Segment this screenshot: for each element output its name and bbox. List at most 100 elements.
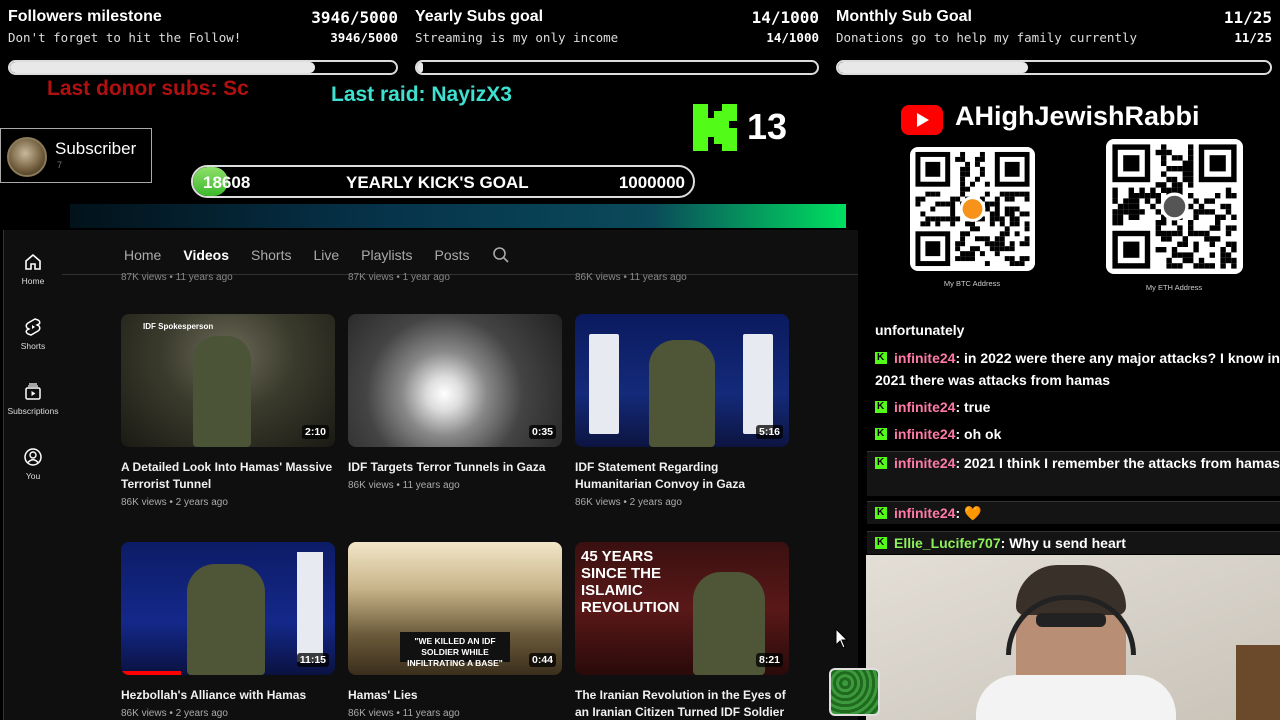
goal-subtitle: Donations go to help my family currently [836, 30, 1138, 45]
goal-count-small: 11/25 [1234, 30, 1272, 45]
video-meta: 86K views • 2 years ago [575, 497, 682, 508]
video-card[interactable]: 5:16 IDF Statement Regarding Humanitaria… [575, 314, 789, 508]
goal-progress-bar [8, 60, 398, 75]
kick-goal-current: 18608 [203, 173, 251, 192]
kick-badge-icon [875, 532, 887, 554]
flag [743, 334, 773, 434]
chat-message: infinite24: oh ok [867, 423, 1280, 445]
chat-message: infinite24: 🧡 [867, 501, 1280, 524]
previous-row-meta: 87K views • 1 year ago [348, 272, 450, 283]
goal-title: Yearly Subs goal [415, 8, 544, 25]
video-title[interactable]: IDF Statement Regarding Humanitarian Con… [575, 459, 789, 493]
video-title[interactable]: A Detailed Look Into Hamas' Massive Terr… [121, 459, 335, 493]
tab-home[interactable]: Home [124, 246, 161, 264]
video-card[interactable]: 45 YEARS SINCE THE ISLAMIC REVOLUTION 8:… [575, 542, 789, 720]
tab-posts[interactable]: Posts [435, 246, 470, 264]
mouse-cursor-icon [835, 628, 849, 649]
chat-username[interactable]: infinite24 [894, 505, 955, 521]
thumbnail-overlay-text: 45 YEARS SINCE THE ISLAMIC REVOLUTION [581, 548, 680, 616]
tab-videos[interactable]: Videos [183, 246, 229, 264]
home-icon [25, 253, 41, 270]
kick-badge-icon [875, 452, 887, 474]
chat-message: infinite24: in 2022 were there any major… [867, 347, 1280, 391]
video-duration: 0:44 [528, 653, 556, 667]
subscriptions-icon [25, 383, 41, 400]
video-duration: 2:10 [301, 425, 329, 439]
kick-badge-icon [875, 423, 887, 445]
video-card[interactable]: 11:15 Hezbollah's Alliance with Hamas 86… [121, 542, 335, 719]
chat-message: infinite24: true [867, 396, 1280, 418]
sidebar-item-label: Subscriptions [7, 406, 59, 416]
yearly-subs-goal: Yearly Subs goal 14/1000 Streaming is my… [407, 0, 827, 80]
video-title[interactable]: IDF Targets Terror Tunnels in Gaza [348, 459, 562, 476]
sidebar-item-home[interactable]: Home [4, 252, 62, 286]
video-card[interactable]: 0:35 IDF Targets Terror Tunnels in Gaza … [348, 314, 562, 491]
chat-username[interactable]: infinite24 [894, 350, 955, 366]
decorative-strip [70, 204, 846, 228]
video-title[interactable]: The Iranian Revolution in the Eyes of an… [575, 687, 789, 720]
chat-text: : 2021 I think I remember the attacks fr… [955, 455, 1280, 471]
soldier-figure [193, 336, 251, 447]
donor-ticker: Last donor subs: Sc [47, 77, 249, 100]
speaker-figure [187, 564, 265, 675]
tab-live[interactable]: Live [313, 246, 339, 264]
video-thumbnail[interactable]: 11:15 [121, 542, 335, 675]
goal-subtitle: Don't forget to hit the Follow! [8, 30, 242, 45]
sidebar-item-label: Home [21, 276, 45, 286]
video-card[interactable]: IDF Spokesperson 2:10 A Detailed Look In… [121, 314, 335, 508]
chat-username[interactable]: infinite24 [894, 455, 955, 471]
kick-count: 13 [747, 106, 788, 147]
video-title[interactable]: Hamas' Lies [348, 687, 562, 704]
goal-count: 14/1000 [751, 8, 819, 27]
sidebar-item-subscriptions[interactable]: Subscriptions [4, 382, 62, 416]
shirt [976, 675, 1176, 720]
speaker-figure [693, 572, 765, 675]
tab-playlists[interactable]: Playlists [361, 246, 412, 264]
chat-text: : oh ok [955, 426, 1002, 442]
chat-text: : true [955, 399, 991, 415]
video-duration: 8:21 [755, 653, 783, 667]
goal-title: Followers milestone [8, 8, 162, 25]
goal-progress-bar [415, 60, 819, 75]
video-meta: 86K views • 2 years ago [121, 497, 228, 508]
video-card[interactable]: "WE KILLED AN IDF SOLDIER WHILE INFILTRA… [348, 542, 562, 719]
avatar [7, 137, 47, 177]
chat-username[interactable]: infinite24 [894, 426, 955, 442]
kick-badge-icon [875, 347, 887, 369]
video-thumbnail[interactable]: IDF Spokesperson 2:10 [121, 314, 335, 447]
subscriber-card: Subscriber 7 [0, 128, 152, 183]
video-duration: 0:35 [528, 425, 556, 439]
chat-text: : Why u send heart [1000, 535, 1126, 551]
goal-progress-fill [417, 62, 423, 73]
previous-row-meta: 86K views • 11 years ago [575, 272, 687, 283]
kick-badge-icon [875, 502, 887, 524]
raid-ticker: Last raid: NayizX3 [331, 83, 512, 106]
channel-name: AHighJewishRabbi [955, 101, 1200, 131]
sidebar-item-you[interactable]: You [4, 447, 62, 481]
video-title[interactable]: Hezbollah's Alliance with Hamas [121, 687, 335, 704]
goal-count-small: 3946/5000 [330, 30, 398, 45]
goal-title: Monthly Sub Goal [836, 8, 972, 25]
subscriber-label: Subscriber [55, 139, 137, 158]
channel-tabs: Home Videos Shorts Live Playlists Posts [124, 246, 510, 264]
video-thumbnail[interactable]: 45 YEARS SINCE THE ISLAMIC REVOLUTION 8:… [575, 542, 789, 675]
kick-badge-icon [875, 396, 887, 418]
video-thumbnail[interactable]: 5:16 [575, 314, 789, 447]
chat-text: unfortunately [875, 322, 965, 338]
video-thumbnail[interactable]: "WE KILLED AN IDF SOLDIER WHILE INFILTRA… [348, 542, 562, 675]
chat-message: unfortunately [867, 319, 1280, 341]
previous-row-meta: 87K views • 11 years ago [121, 272, 233, 283]
kick-logo-icon [693, 104, 737, 151]
search-icon[interactable] [492, 246, 510, 264]
kick-goal-bar: 18608 YEARLY KICK'S GOAL 1000000 [191, 165, 695, 198]
followers-goal: Followers milestone 3946/5000 Don't forg… [0, 0, 406, 80]
tab-shorts[interactable]: Shorts [251, 246, 291, 264]
video-thumbnail[interactable]: 0:35 [348, 314, 562, 447]
qr-pattern-icon [1112, 144, 1237, 269]
chat-username[interactable]: Ellie_Lucifer707 [894, 535, 1001, 551]
chat-username[interactable]: infinite24 [894, 399, 955, 415]
youtube-channel-panel: Home Shorts Subscriptions You Home Video… [3, 230, 858, 720]
sidebar-item-shorts[interactable]: Shorts [4, 317, 62, 351]
flag [297, 552, 323, 662]
btc-qr-code [910, 147, 1035, 271]
